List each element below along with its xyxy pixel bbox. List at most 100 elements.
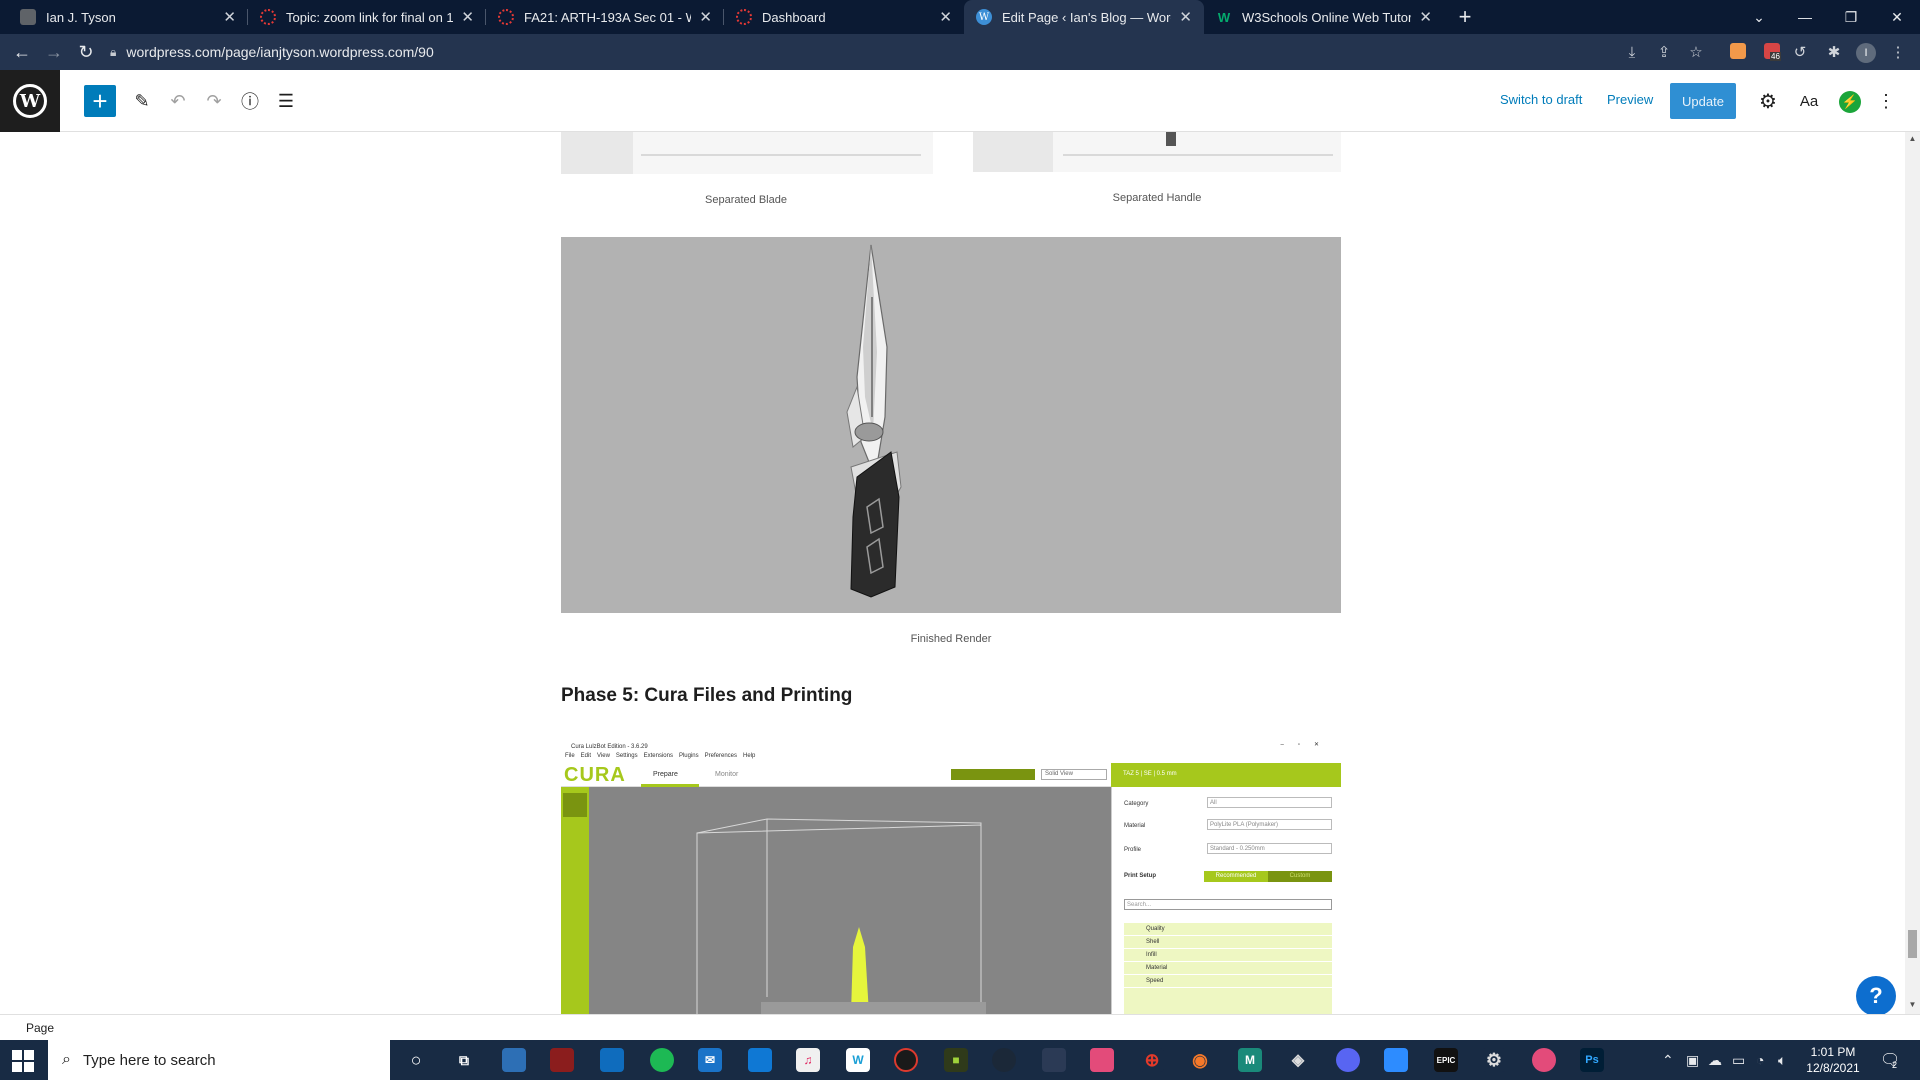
- creative-cloud-tray-icon[interactable]: [1532, 1048, 1556, 1072]
- scroll-up-arrow-icon[interactable]: ▲: [1905, 134, 1920, 143]
- scroll-down-arrow-icon[interactable]: ▼: [1905, 1000, 1920, 1009]
- section-heading[interactable]: Phase 5: Cura Files and Printing: [561, 685, 852, 707]
- separated-blade-image[interactable]: [561, 132, 933, 174]
- calculator-icon[interactable]: [748, 1048, 772, 1072]
- address-bar[interactable]: 🔒︎ wordpress.com/page/ianjtyson.wordpres…: [110, 38, 1790, 66]
- details-info-icon[interactable]: ⓘ: [234, 85, 266, 117]
- tray-app-icon[interactable]: ▣: [1686, 1052, 1699, 1069]
- battery-icon[interactable]: ▭: [1732, 1052, 1745, 1069]
- browser-tab[interactable]: Topic: zoom link for final on 12/9 ✕: [248, 0, 486, 34]
- browser-menu-icon[interactable]: ⋮: [1884, 38, 1912, 66]
- word-app-icon[interactable]: W: [846, 1048, 870, 1072]
- browser-tab[interactable]: FA21: ARTH-193A Sec 01 - World ✕: [486, 0, 724, 34]
- breadcrumb-page[interactable]: Page: [26, 1021, 54, 1035]
- tab-close-icon[interactable]: ✕: [939, 8, 952, 26]
- itunes-icon[interactable]: ♫: [796, 1048, 820, 1072]
- options-menu-icon[interactable]: ⋮: [1870, 85, 1902, 117]
- tab-close-icon[interactable]: ✕: [1179, 8, 1192, 26]
- extension-badge-icon[interactable]: 46: [1764, 43, 1781, 61]
- finished-render-image[interactable]: [561, 237, 1341, 613]
- microsoft-store-icon[interactable]: [600, 1048, 624, 1072]
- back-arrow-icon[interactable]: ←: [6, 34, 38, 70]
- editor-scrollbar[interactable]: ▲ ▼: [1905, 132, 1920, 1014]
- restore-icon[interactable]: ❐: [1828, 0, 1874, 34]
- tab-search-icon[interactable]: ⌄: [1736, 0, 1782, 34]
- unity-icon[interactable]: ◈: [1286, 1048, 1310, 1072]
- url-text[interactable]: wordpress.com/page/ianjtyson.wordpress.c…: [126, 44, 433, 60]
- image-caption[interactable]: Separated Blade: [596, 194, 896, 206]
- typography-button[interactable]: Aa: [1793, 85, 1825, 117]
- cura-screenshot-image[interactable]: Cura LulzBot Edition - 3.6.29 –▫✕ File E…: [561, 741, 1341, 1014]
- tab-close-icon[interactable]: ✕: [699, 8, 712, 26]
- reload-icon[interactable]: ↻: [70, 34, 102, 70]
- wordpress-logo[interactable]: W: [0, 70, 60, 132]
- jetpack-icon[interactable]: ⚡: [1839, 91, 1861, 113]
- adobe-app-icon[interactable]: ⊕: [1140, 1048, 1164, 1072]
- extension-icon[interactable]: [1730, 43, 1746, 59]
- history-icon[interactable]: ↺: [1786, 38, 1814, 66]
- show-hidden-icons-icon[interactable]: ⌃: [1662, 1052, 1674, 1069]
- update-button[interactable]: Update: [1670, 83, 1736, 119]
- browser-tab-active[interactable]: W Edit Page ‹ Ian's Blog — WordPress ✕: [964, 0, 1204, 34]
- scrollbar-thumb[interactable]: [1908, 930, 1917, 958]
- separated-handle-image[interactable]: [973, 132, 1341, 172]
- notification-icon[interactable]: 🗨︎: [1880, 1050, 1900, 1070]
- profile-avatar[interactable]: I: [1856, 43, 1876, 63]
- preview-button[interactable]: Preview: [1607, 92, 1653, 107]
- tab-close-icon[interactable]: ✕: [1419, 8, 1432, 26]
- file-explorer-icon[interactable]: [502, 1048, 526, 1072]
- minecraft-icon[interactable]: ■: [944, 1048, 968, 1072]
- switch-to-draft-button[interactable]: Switch to draft: [1500, 92, 1582, 107]
- onedrive-icon[interactable]: ☁: [1708, 1052, 1722, 1069]
- creative-cloud-icon[interactable]: [1090, 1048, 1114, 1072]
- taskbar-search-box[interactable]: ⌕ Type here to search: [48, 1040, 390, 1080]
- redo-icon[interactable]: ↷: [198, 85, 230, 117]
- help-button[interactable]: ?: [1856, 976, 1896, 1016]
- cortana-icon[interactable]: ○: [404, 1048, 428, 1072]
- undo-icon[interactable]: ↶: [162, 85, 194, 117]
- epic-games-icon[interactable]: EPIC: [1434, 1048, 1458, 1072]
- game-app-icon[interactable]: [550, 1048, 574, 1072]
- blender-icon[interactable]: ◉: [1188, 1048, 1212, 1072]
- w3schools-favicon-icon: W: [1217, 9, 1231, 25]
- tab-close-icon[interactable]: ✕: [461, 8, 474, 26]
- new-tab-button[interactable]: +: [1452, 0, 1478, 34]
- list-view-icon[interactable]: ☰: [270, 85, 302, 117]
- settings-gear-icon[interactable]: ⚙: [1752, 85, 1784, 117]
- install-app-icon[interactable]: ⤓: [1618, 38, 1646, 66]
- windows-start-icon[interactable]: [12, 1050, 34, 1072]
- maya-icon[interactable]: M: [1238, 1048, 1262, 1072]
- image-caption[interactable]: Finished Render: [801, 633, 1101, 645]
- zoom-icon[interactable]: [1384, 1048, 1408, 1072]
- browser-tab[interactable]: Dashboard ✕: [724, 0, 964, 34]
- settings-icon[interactable]: ⚙: [1482, 1048, 1506, 1072]
- cura-custom-tab: Custom: [1268, 871, 1332, 882]
- cura-logo: CURA: [564, 764, 626, 786]
- discord-icon[interactable]: [1336, 1048, 1360, 1072]
- photoshop-icon[interactable]: Ps: [1580, 1048, 1604, 1072]
- bookmark-star-icon[interactable]: ☆: [1682, 38, 1710, 66]
- taskbar-clock[interactable]: 1:01 PM 12/8/2021: [1798, 1044, 1868, 1076]
- tab-close-icon[interactable]: ✕: [223, 8, 236, 26]
- extensions-puzzle-icon[interactable]: ✱: [1820, 38, 1848, 66]
- cura-setting-item: Infill: [1124, 949, 1332, 962]
- add-block-button[interactable]: +: [84, 85, 116, 117]
- share-icon[interactable]: ⇪: [1650, 38, 1678, 66]
- image-caption[interactable]: Separated Handle: [1007, 192, 1307, 204]
- browser-tab[interactable]: W W3Schools Online Web Tutorials ✕: [1204, 0, 1444, 34]
- volume-icon[interactable]: 🔈︎: [1778, 1052, 1786, 1069]
- search-icon: ⌕: [62, 1051, 71, 1068]
- forward-arrow-icon[interactable]: →: [38, 34, 70, 70]
- minimize-icon[interactable]: —: [1782, 0, 1828, 34]
- browser-tab[interactable]: Ian J. Tyson ✕: [8, 0, 248, 34]
- wifi-icon[interactable]: ◔: [1756, 1052, 1764, 1068]
- spotify-icon[interactable]: [650, 1048, 674, 1072]
- mail-icon[interactable]: ✉: [698, 1048, 722, 1072]
- cube-favicon-icon: [20, 9, 36, 25]
- paint-icon[interactable]: [1042, 1048, 1066, 1072]
- edit-pencil-icon[interactable]: ✎: [126, 85, 158, 117]
- chrome-icon[interactable]: [894, 1048, 918, 1072]
- close-window-icon[interactable]: ✕: [1874, 0, 1920, 34]
- steam-icon[interactable]: [992, 1048, 1016, 1072]
- task-view-icon[interactable]: ⧉: [452, 1048, 476, 1072]
